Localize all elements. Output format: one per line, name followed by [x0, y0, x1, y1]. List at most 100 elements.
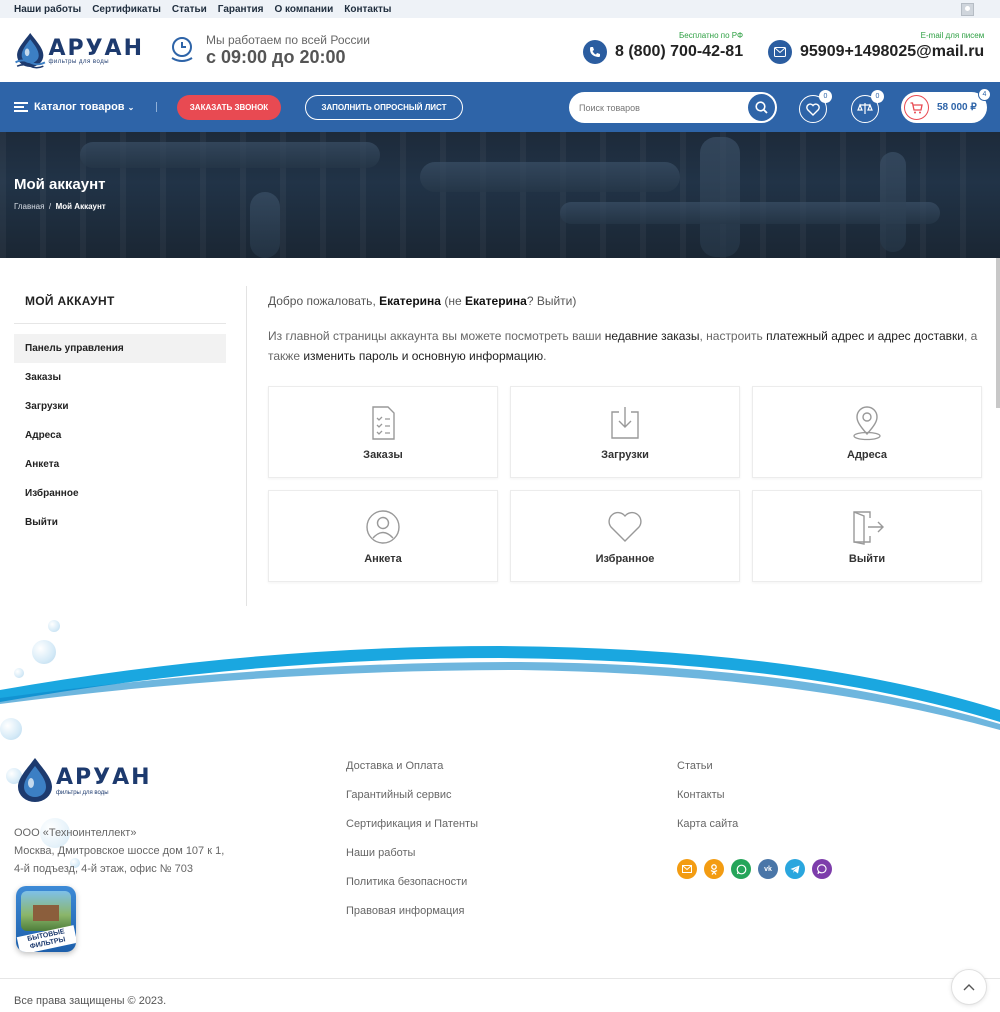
logo[interactable]: АРУАН фильтры для воды	[14, 26, 144, 74]
address-line-1: Москва, Дмитровское шоссе дом 107 к 1,	[14, 845, 225, 857]
card-label: Заказы	[363, 448, 403, 461]
chevron-down-icon: ⌄	[127, 102, 135, 112]
telegram-icon[interactable]	[785, 859, 805, 879]
footer-link-contacts[interactable]: Контакты	[677, 789, 725, 801]
search-icon	[755, 101, 768, 114]
footer-link-certification[interactable]: Сертификация и Патенты	[346, 818, 478, 830]
user-name-repeat: Екатерина	[464, 294, 527, 308]
sidebar-divider	[14, 323, 226, 324]
recent-orders-link[interactable]: недавние заказы	[605, 329, 700, 343]
email-contact[interactable]: E-mail для писем 95909+1498025@mail.ru	[768, 31, 984, 64]
card-label: Анкета	[364, 552, 402, 565]
footer-link-legal[interactable]: Правовая информация	[346, 905, 464, 917]
worktime-label: Мы работаем по всей России	[206, 32, 370, 47]
top-link-articles[interactable]: Статьи	[172, 4, 207, 15]
page-title: Мой аккаунт	[14, 176, 106, 193]
page-hero: Мой аккаунт Главная / Мой Аккаунт	[0, 132, 1000, 258]
compare-button[interactable]: 0	[851, 90, 884, 123]
footer-wave	[0, 646, 1000, 730]
card-downloads[interactable]: Загрузки	[510, 386, 740, 478]
heart-icon	[608, 511, 642, 542]
welcome-logout-link[interactable]: ? Выйти)	[527, 294, 577, 308]
catalog-menu-button[interactable]: Каталог товаров ⌄	[14, 101, 134, 113]
location-clock-icon	[171, 37, 193, 62]
compare-count: 0	[871, 90, 884, 103]
intro-part: Из главной страницы аккаунта вы можете п…	[268, 329, 605, 343]
water-drop-logo-icon	[18, 758, 52, 802]
breadcrumb-home[interactable]: Главная	[14, 202, 44, 211]
user-name: Екатерина	[379, 294, 441, 308]
phone-contact[interactable]: Бесплатно по РФ 8 (800) 700-42-81	[583, 31, 743, 64]
card-profile[interactable]: Анкета	[268, 490, 498, 582]
footer-link-privacy[interactable]: Политика безопасности	[346, 876, 467, 888]
wishlist-button[interactable]: 0	[799, 90, 832, 123]
scroll-to-top-button[interactable]	[951, 969, 987, 1005]
account-cards: Заказы Загрузки Адреса Анкета Избранное …	[268, 386, 983, 582]
sidebar-item-dashboard[interactable]: Панель управления	[14, 334, 226, 363]
card-label: Избранное	[595, 552, 655, 565]
phone-number[interactable]: 8 (800) 700-42-81	[615, 43, 743, 61]
footer-link-articles[interactable]: Статьи	[677, 760, 713, 772]
user-icon[interactable]	[961, 3, 974, 16]
card-logout[interactable]: Выйти	[752, 490, 982, 582]
account-main: МОЙ АККАУНТ Панель управления Заказы Заг…	[0, 258, 1000, 618]
footer-link-sitemap[interactable]: Карта сайта	[677, 818, 738, 830]
welcome-prefix: Добро пожаловать,	[268, 294, 380, 308]
top-link-warranty[interactable]: Гарантия	[218, 4, 264, 15]
breadcrumb: Главная / Мой Аккаунт	[14, 202, 106, 211]
email-social-icon[interactable]	[677, 859, 697, 879]
odnoklassniki-icon[interactable]	[704, 859, 724, 879]
footer-link-works[interactable]: Наши работы	[346, 847, 415, 859]
menu-icon	[14, 102, 28, 112]
cart-amount: 58 000 ₽	[937, 102, 977, 113]
edit-account-link[interactable]: изменить пароль и основную информацию	[303, 349, 543, 363]
heart-icon	[806, 102, 820, 116]
footer: АРУАН фильтры для воды ООО «Техноинтелле…	[0, 618, 1000, 1012]
card-favorites[interactable]: Избранное	[510, 490, 740, 582]
footer-logo[interactable]: АРУАН фильтры для воды	[14, 756, 152, 804]
sidebar-item-addresses[interactable]: Адреса	[14, 421, 226, 450]
phone-note: Бесплатно по РФ	[679, 31, 744, 40]
catalog-label: Каталог товаров	[34, 101, 125, 113]
card-orders[interactable]: Заказы	[268, 386, 498, 478]
top-link-works[interactable]: Наши работы	[14, 4, 81, 15]
sidebar-item-favorites[interactable]: Избранное	[14, 479, 226, 508]
household-filters-badge[interactable]: БЫТОВЫЕ ФИЛЬТРЫ	[16, 886, 76, 952]
welcome-middle: (не	[440, 294, 465, 308]
sidebar-item-profile[interactable]: Анкета	[14, 450, 226, 479]
search-box	[569, 92, 777, 123]
search-input[interactable]	[579, 102, 739, 113]
viber-icon[interactable]	[812, 859, 832, 879]
vk-icon[interactable]: vk	[758, 859, 778, 879]
footer-link-warranty[interactable]: Гарантийный сервис	[346, 789, 452, 801]
footer-address: ООО «Техноинтеллект» Москва, Дмитровское…	[14, 824, 224, 878]
sidebar-item-logout[interactable]: Выйти	[14, 508, 226, 537]
page-scrollbar[interactable]	[996, 258, 1000, 408]
fill-questionnaire-button[interactable]: ЗАПОЛНИТЬ ОПРОСНЫЙ ЛИСТ	[305, 95, 463, 120]
chevron-up-icon	[963, 984, 975, 991]
social-links: vk	[677, 859, 832, 879]
top-link-contacts[interactable]: Контакты	[344, 4, 391, 15]
scales-icon	[857, 103, 873, 114]
cabin-image	[21, 891, 71, 931]
logo-name: АРУАН	[48, 35, 144, 61]
email-note: E-mail для писем	[920, 31, 985, 40]
cart-button[interactable]: 58 000 ₽ 4	[901, 88, 991, 123]
wishlist-count: 0	[819, 90, 832, 103]
footer-links-col1: Доставка и Оплата Гарантийный сервис Сер…	[346, 760, 478, 934]
water-drop-logo-icon	[15, 33, 46, 69]
card-addresses[interactable]: Адреса	[752, 386, 982, 478]
addresses-link[interactable]: платежный адрес и адрес доставки	[766, 329, 964, 343]
company-name: ООО «Техноинтеллект»	[14, 827, 137, 839]
worktime-hours: с 09:00 до 20:00	[206, 46, 346, 67]
search-button[interactable]	[748, 94, 775, 121]
profile-icon	[366, 509, 400, 544]
whatsapp-icon[interactable]	[731, 859, 751, 879]
sidebar-item-downloads[interactable]: Загрузки	[14, 392, 226, 421]
email-address[interactable]: 95909+1498025@mail.ru	[800, 43, 984, 61]
sidebar-item-orders[interactable]: Заказы	[14, 363, 226, 392]
top-link-certificates[interactable]: Сертификаты	[92, 4, 161, 15]
order-call-button[interactable]: ЗАКАЗАТЬ ЗВОНОК	[177, 95, 281, 120]
top-link-about[interactable]: О компании	[274, 4, 333, 15]
footer-link-delivery[interactable]: Доставка и Оплата	[346, 760, 443, 772]
